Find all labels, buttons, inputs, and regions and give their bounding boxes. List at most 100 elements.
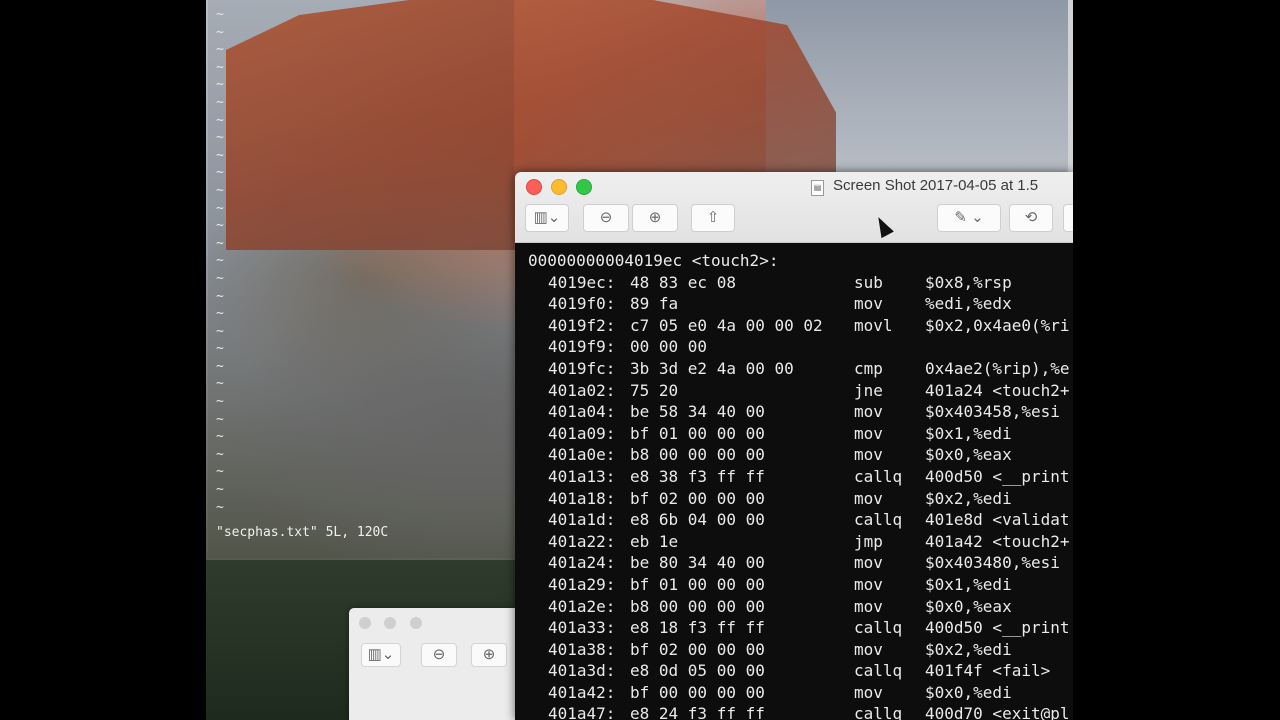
more-button[interactable] [1063, 204, 1073, 232]
instruction-bytes: 00 00 00 [630, 337, 708, 357]
instruction-bytes: 75 20 [630, 380, 679, 400]
vim-tilde-line: ~ [216, 253, 224, 269]
vim-empty-lines: ~ ~ ~ ~ ~ ~ ~ ~ ~ ~ ~ ~ ~ ~ ~ ~ ~ ~ ~ ~ ~ ~ ~ ~ ~ ~ ~ ~ ~ [216, 6, 224, 516]
instruction-addr: 401a18: [548, 488, 616, 508]
instruction-addr: 401a3d: [548, 661, 616, 681]
instruction-op: mov [854, 553, 883, 573]
instruction-bytes: b8 00 00 00 00 [630, 445, 765, 465]
instruction-row: 401a3d: e8 0d 05 00 00 callq 401f4f <fail> [528, 660, 1073, 682]
instruction-addr: 401a04: [548, 402, 616, 422]
sidebar-toggle-button[interactable]: ▥⌄ [361, 643, 401, 667]
instruction-op: callq [854, 466, 903, 486]
instruction-row: 401a0e: b8 00 00 00 00 mov $0x0,%eax [528, 444, 1073, 466]
vim-tilde-line: ~ [216, 270, 224, 286]
instruction-bytes: be 80 34 40 00 [630, 553, 765, 573]
instruction-arg: $0x8,%rsp [925, 272, 1012, 292]
vim-tilde-line: ~ [216, 235, 224, 251]
instruction-addr: 401a2e: [548, 596, 616, 616]
sidebar-toggle-button[interactable]: ▥⌄ [525, 204, 569, 232]
vim-tilde-line: ~ [216, 200, 224, 216]
vim-tilde-line: ~ [216, 24, 224, 40]
close-icon[interactable] [526, 179, 542, 195]
instruction-bytes: bf 02 00 00 00 [630, 639, 765, 659]
vim-tilde-line: ~ [216, 464, 224, 480]
zoom-out-button[interactable]: ⊖ [421, 643, 457, 667]
markup-button[interactable]: ✎ ⌄ [937, 204, 1001, 232]
zoom-in-icon: ⊕ [648, 209, 662, 226]
zoom-in-button[interactable]: ⊕ [471, 643, 507, 667]
instruction-arg: 0x4ae2(%rip),%e [925, 358, 1070, 378]
disassembly-view[interactable]: 00000000004019ec <touch2>: 4019ec: 48 83 … [528, 250, 1073, 720]
vim-status-line: "secphas.txt" 5L, 120C [216, 525, 389, 540]
markup-pen-icon: ✎ ⌄ [954, 209, 984, 226]
preview-window[interactable]: ▤ Screen Shot 2017-04-05 at 1.5 ▥⌄ ⊖ ⊕ ⇧… [515, 172, 1073, 720]
zoom-icon[interactable] [409, 617, 422, 629]
vim-tilde-line: ~ [216, 341, 224, 357]
instruction-row: 401a42: bf 00 00 00 00 mov $0x0,%edi [528, 682, 1073, 704]
instruction-bytes: b8 00 00 00 00 [630, 596, 765, 616]
rotate-button[interactable]: ⟲ [1009, 204, 1053, 232]
instruction-arg: $0x0,%edi [925, 682, 1012, 702]
instruction-arg: 401e8d <validat [925, 510, 1070, 530]
instruction-bytes: 3b 3d e2 4a 00 00 [630, 358, 794, 378]
instruction-op: cmp [854, 358, 883, 378]
instruction-bytes: bf 02 00 00 00 [630, 488, 765, 508]
instruction-arg: 401f4f <fail> [925, 661, 1051, 681]
instruction-list: 4019ec: 48 83 ec 08 sub $0x8,%rsp 4019f0: 89 … [528, 272, 1073, 720]
instruction-bytes: bf 00 00 00 00 [630, 682, 765, 702]
sidebar-icon: ▥⌄ [367, 646, 395, 663]
instruction-addr: 401a13: [548, 466, 616, 486]
instruction-op: jmp [854, 531, 883, 551]
vim-tilde-line: ~ [216, 94, 224, 110]
vim-tilde-line: ~ [216, 7, 224, 22]
instruction-arg: $0x0,%eax [925, 445, 1012, 465]
instruction-row: 401a04: be 58 34 40 00 mov $0x403458,%esi [528, 401, 1073, 423]
instruction-bytes: e8 18 f3 ff ff [630, 618, 765, 638]
function-header: 00000000004019ec <touch2>: [528, 251, 779, 270]
instruction-arg: 400d70 <exit@pl [925, 704, 1070, 720]
title-bar[interactable]: ▤ Screen Shot 2017-04-05 at 1.5 ▥⌄ ⊖ ⊕ ⇧… [515, 172, 1073, 243]
fullscreen-icon[interactable] [576, 179, 592, 195]
instruction-op: mov [854, 423, 883, 443]
share-button[interactable]: ⇧ [691, 204, 735, 232]
minimize-icon[interactable] [384, 617, 397, 629]
zoom-in-button[interactable]: ⊕ [632, 204, 678, 232]
instruction-row: 401a1d: e8 6b 04 00 00 callq 401e8d <valida… [528, 509, 1073, 531]
instruction-addr: 4019f0: [548, 294, 616, 314]
instruction-arg: 400d50 <__print [925, 466, 1070, 486]
vim-terminal[interactable]: ~ ~ ~ ~ ~ ~ ~ ~ ~ ~ ~ ~ ~ ~ ~ ~ ~ ~ ~ ~ ~ ~ ~ ~ ~ ~ ~ ~ ~ "secphas.t… [208, 0, 514, 558]
instruction-bytes: bf 01 00 00 00 [630, 423, 765, 443]
instruction-arg: $0x403480,%esi [925, 553, 1060, 573]
vim-tilde-line: ~ [216, 499, 224, 515]
instruction-arg: %edi,%edx [925, 294, 1012, 314]
vim-tilde-line: ~ [216, 323, 224, 339]
instruction-row: 401a22: eb 1e jmp 401a42 <touch2+ [528, 531, 1073, 553]
background-preview-window[interactable]: ▥⌄ ⊖ ⊕ [349, 608, 519, 720]
instruction-row: 4019f9: 00 00 00 [528, 336, 1073, 358]
minimize-icon[interactable] [551, 179, 567, 195]
back-window-traffic-lights [359, 616, 431, 634]
instruction-addr: 401a22: [548, 531, 616, 551]
vim-tilde-line: ~ [216, 376, 224, 392]
vim-tilde-line: ~ [216, 59, 224, 75]
close-icon[interactable] [359, 617, 371, 629]
instruction-bytes: 48 83 ec 08 [630, 272, 736, 292]
share-icon: ⇧ [706, 209, 720, 226]
instruction-op: mov [854, 596, 883, 616]
instruction-arg: $0x2,%edi [925, 639, 1012, 659]
instruction-addr: 401a09: [548, 423, 616, 443]
instruction-row: 401a18: bf 02 00 00 00 mov $0x2,%edi [528, 488, 1073, 510]
instruction-addr: 401a1d: [548, 510, 616, 530]
instruction-bytes: e8 6b 04 00 00 [630, 510, 765, 530]
instruction-arg: 401a24 <touch2+ [925, 380, 1070, 400]
vim-tilde-line: ~ [216, 429, 224, 445]
vim-tilde-line: ~ [216, 77, 224, 93]
instruction-addr: 401a02: [548, 380, 616, 400]
instruction-op: mov [854, 574, 883, 594]
instruction-row: 4019fc: 3b 3d e2 4a 00 00 cmp 0x4ae2(%rip),… [528, 358, 1073, 380]
instruction-op: mov [854, 294, 883, 314]
zoom-out-button[interactable]: ⊖ [583, 204, 629, 232]
instruction-bytes: 89 fa [630, 294, 679, 314]
instruction-op: mov [854, 682, 883, 702]
instruction-addr: 4019ec: [548, 272, 616, 292]
